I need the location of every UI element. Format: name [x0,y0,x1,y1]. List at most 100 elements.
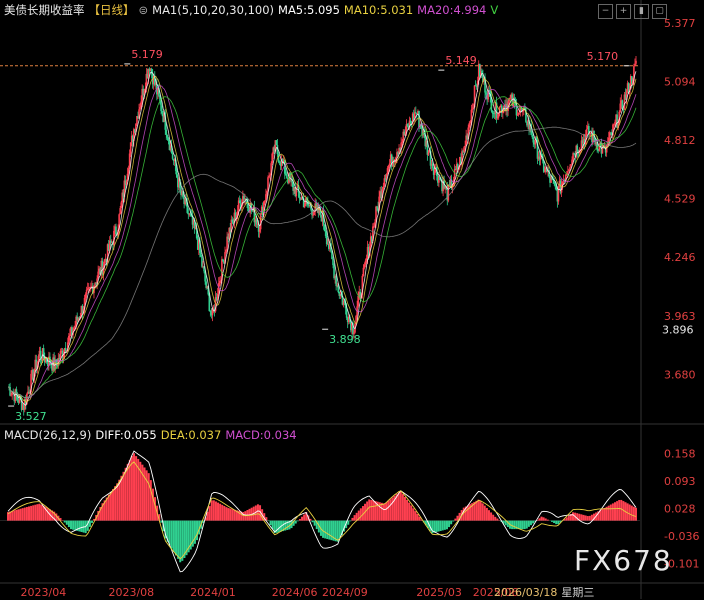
macd-bar [408,503,410,521]
macd-bar [18,509,20,520]
x-tick-label: 2023/04 [21,586,67,599]
macd-bar [603,508,605,521]
macd-bar [614,502,616,520]
macd-bar [438,521,440,532]
macd-bar [230,509,232,521]
candle-body [268,176,270,177]
macd-bar [347,521,349,525]
candle-body [509,98,511,99]
macd-bar [612,503,614,520]
candle-body [357,296,359,306]
candle-body [160,101,162,111]
y-tick-label: 4.812 [664,134,696,147]
candle-body [448,185,450,201]
macd-bar [635,508,637,521]
minus-icon[interactable]: − [598,4,613,19]
macd-bar [410,505,412,520]
candle-body [312,215,314,216]
macd-bar [566,517,568,520]
macd-bar [528,521,530,527]
macd-bar [587,516,589,521]
macd-bar [480,501,482,521]
plus-icon[interactable]: + [616,4,631,19]
macd-bar [486,508,488,521]
macd-bar [39,504,41,521]
cursor-date: 2026/03/18星期三 [494,584,594,600]
macd-bar [81,521,83,532]
macd-bar [177,521,179,559]
macd-bar [114,486,116,520]
candle-body [285,174,287,175]
macd-bar [232,509,234,520]
macd-bar [530,521,532,526]
macd-bar [351,518,353,521]
candle-body [531,135,533,137]
candle-body [407,124,409,126]
ma-toggle[interactable]: V [490,3,498,17]
candle-body [567,171,569,174]
macd-bar [324,521,326,539]
macd-bar [267,521,269,522]
candle-body [518,113,520,115]
candle-body [115,226,117,234]
macd-bar [526,521,528,529]
diff-value: DIFF:0.055 [95,428,156,442]
macd-bar [532,521,534,524]
macd-bar [326,521,328,539]
macd-bar [225,507,227,520]
macd-bar [179,521,181,563]
candle-body [167,135,169,138]
macd-bar [448,521,450,527]
macd-bar [582,515,584,521]
period-label[interactable]: 【日线】 [89,3,135,17]
macd-bar [228,508,230,521]
macd-bar [24,508,26,521]
candle-body [517,115,519,116]
macd-bar [490,512,492,520]
candle-body [168,138,170,141]
expand-icon[interactable]: ▢ [652,4,667,19]
macd-bar [72,521,74,530]
chart-canvas: 5.3775.0944.8124.5294.2463.9633.6803.896… [0,0,704,599]
macd-bar [110,492,112,521]
y-tick-label: 4.246 [664,251,696,264]
chart-icon[interactable]: ▮ [634,4,649,19]
macd-bar [64,521,66,523]
macd-bar [123,472,125,521]
macd-bar [78,521,80,532]
macd-bar [68,521,70,527]
macd-bar [631,506,633,521]
macd-bar [538,518,540,520]
macd-bar [524,521,526,529]
macd-bar [435,521,437,532]
macd-bar [442,521,444,531]
candle-body [166,130,168,135]
settings-icon[interactable]: ⊜ [139,3,149,17]
candle-body [304,204,306,207]
candle-body [10,395,12,396]
macd-bar [433,521,435,533]
x-tick-label: 2024/01 [190,586,236,599]
ma10-value: MA10:5.031 [344,3,413,17]
candle-body [472,109,474,110]
macd-bar [406,500,408,521]
current-price-label: 3.896 [662,324,694,337]
macd-bar [91,521,93,523]
macd-value: MACD:0.034 [225,428,296,442]
macd-bar [47,508,49,520]
macd-bar [402,494,404,521]
ma-params[interactable]: MA1(5,10,20,30,100) [152,3,274,17]
candle-body [299,192,301,198]
candle-body [554,184,556,187]
candle-body [464,146,466,147]
cursor-weekday: 星期三 [561,586,594,599]
candle-body [364,265,366,268]
macd-label[interactable]: MACD(26,12,9) [4,428,91,442]
y-tick-label: 3.680 [664,368,696,381]
macd-bar [391,498,393,521]
macd-bar [171,521,173,549]
ma20-line [8,86,636,398]
candle-body [225,250,227,252]
candle-body [232,220,234,222]
x-tick-label: 2025/03 [416,586,462,599]
